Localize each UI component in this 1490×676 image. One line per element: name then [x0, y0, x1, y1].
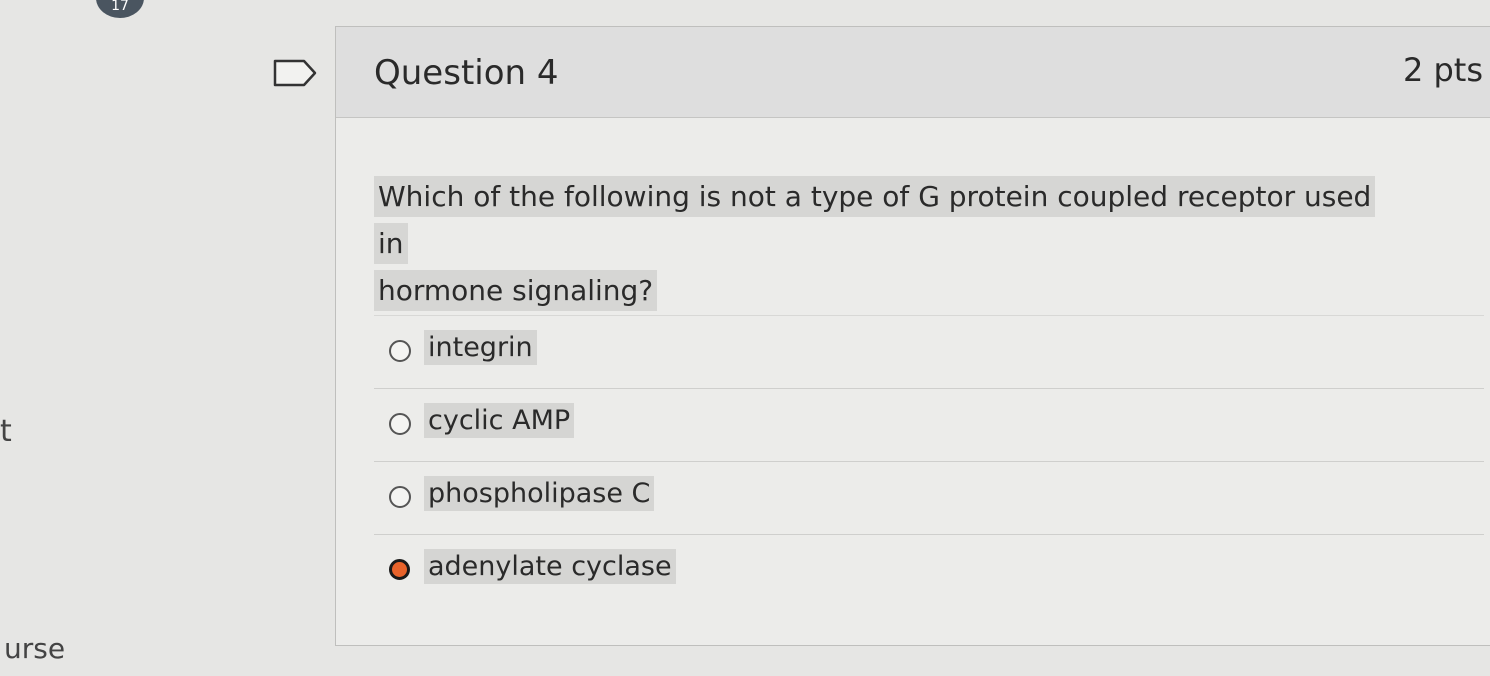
- question-text: Which of the following is not a type of …: [374, 173, 1384, 314]
- radio-button[interactable]: [389, 486, 411, 508]
- answer-list: integrin cyclic AMP phospholipase C aden…: [374, 315, 1484, 607]
- answer-option-adenylate-cyclase[interactable]: adenylate cyclase: [374, 534, 1484, 607]
- course-nav-strip: [0, 0, 120, 676]
- question-text-line-2: hormone signaling?: [374, 270, 658, 311]
- answer-option-integrin[interactable]: integrin: [374, 315, 1484, 388]
- question-title: Question 4: [374, 53, 559, 93]
- answer-label[interactable]: phospholipase C: [424, 476, 655, 511]
- radio-button[interactable]: [389, 340, 411, 362]
- question-header: Question 4 2 pts: [336, 27, 1490, 118]
- side-nav-fragment[interactable]: t: [0, 414, 12, 449]
- answer-option-phospholipase-c[interactable]: phospholipase C: [374, 461, 1484, 534]
- question-points: 2 pts: [1402, 51, 1483, 89]
- radio-button-selected[interactable]: [389, 559, 410, 580]
- answer-label[interactable]: adenylate cyclase: [424, 549, 676, 584]
- flag-question-icon[interactable]: [272, 58, 318, 88]
- question-text-line-1: Which of the following is not a type of …: [374, 176, 1376, 264]
- radio-button[interactable]: [389, 413, 411, 435]
- side-nav-course-fragment[interactable]: urse: [4, 632, 65, 665]
- answer-option-cyclic-amp[interactable]: cyclic AMP: [374, 388, 1484, 461]
- answer-label[interactable]: cyclic AMP: [424, 403, 575, 438]
- question-card: Question 4 2 pts Which of the following …: [335, 26, 1490, 646]
- answer-label[interactable]: integrin: [424, 330, 537, 365]
